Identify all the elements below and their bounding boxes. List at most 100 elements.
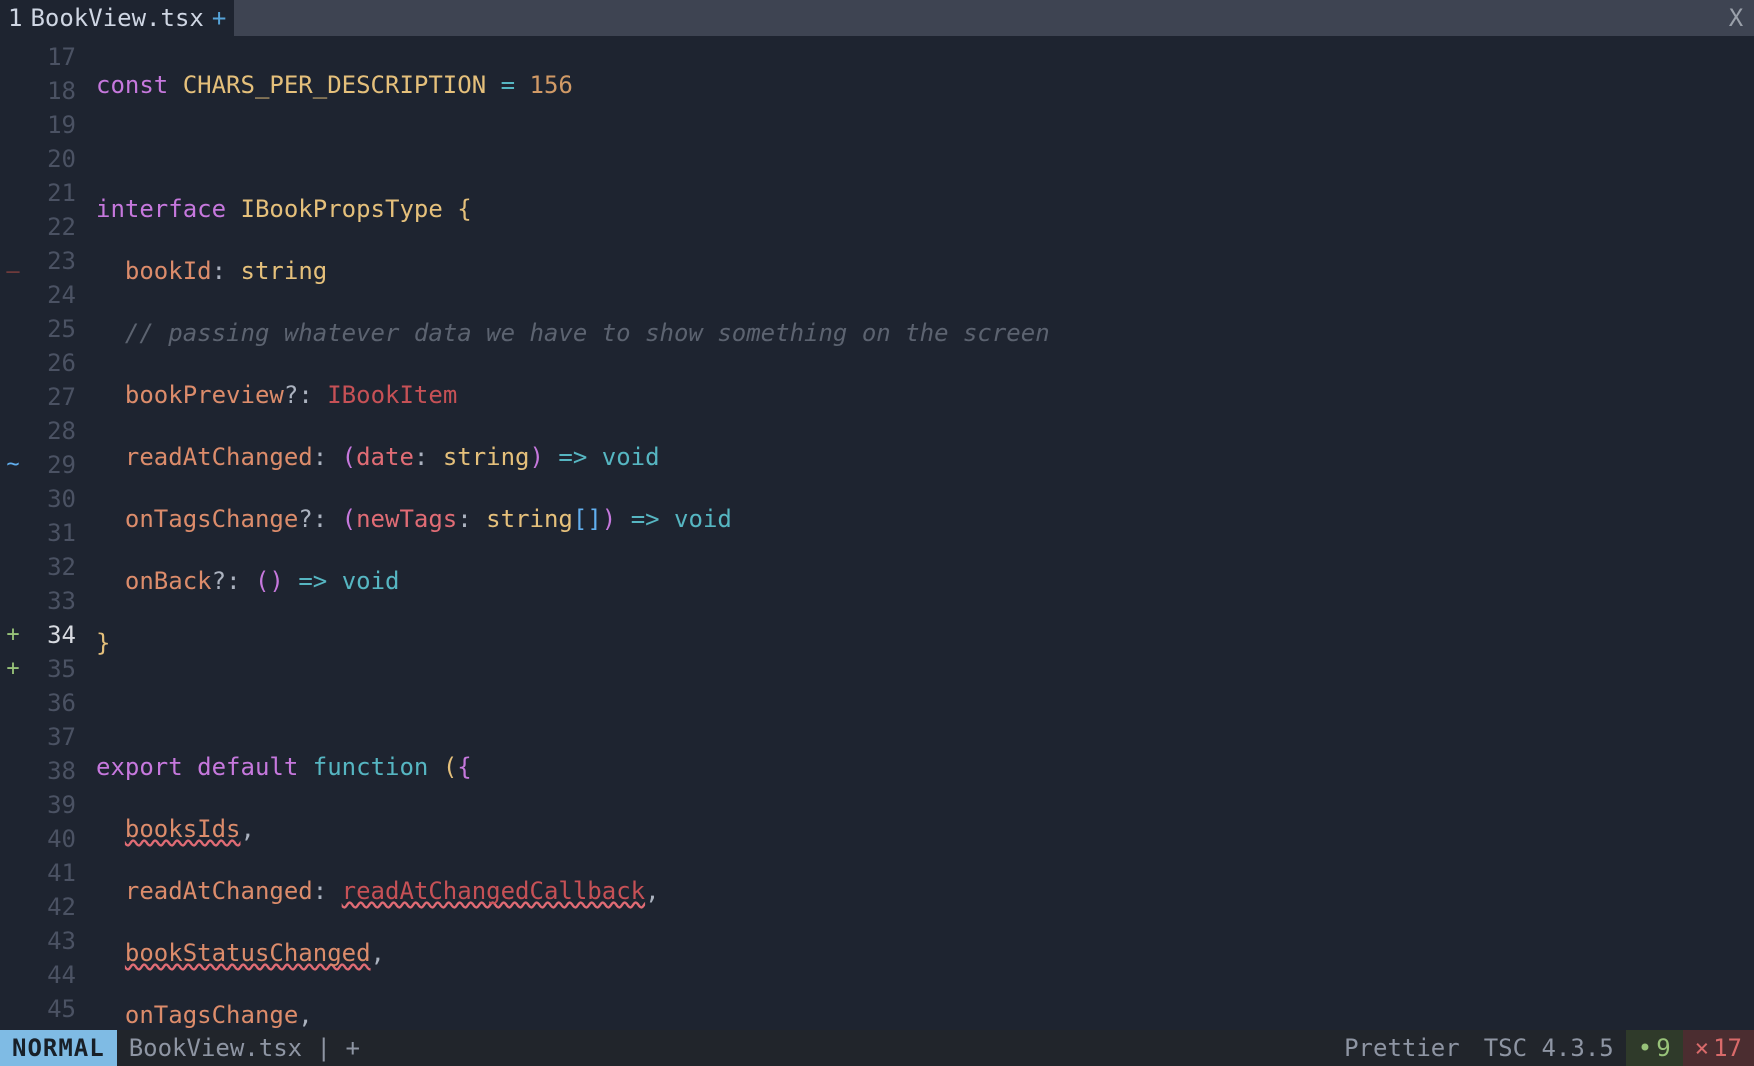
line-number: 40: [26, 822, 82, 856]
statusline: NORMAL BookView.tsx | + Prettier TSC 4.3…: [0, 1030, 1754, 1066]
colon: :: [457, 505, 471, 533]
tabline: 1 BookView.tsx + X: [0, 0, 1754, 36]
optional: ?: [212, 567, 226, 595]
line-number: 32: [26, 550, 82, 584]
tab-index: 1: [8, 4, 22, 32]
type: string: [443, 443, 530, 471]
editor-area[interactable]: _ ~ + + 17181920212223242526272829303132…: [0, 36, 1754, 1030]
identifier: CHARS_PER_DESCRIPTION: [183, 71, 486, 99]
colon: :: [313, 505, 327, 533]
status-filename: BookView.tsx | +: [117, 1030, 372, 1066]
param: date: [356, 443, 414, 471]
tab-bookview[interactable]: 1 BookView.tsx +: [0, 0, 234, 36]
line-number: 38: [26, 754, 82, 788]
separator: |: [317, 1034, 331, 1062]
property: onTagsChange: [125, 505, 298, 533]
bracket: []: [573, 505, 602, 533]
arrow: =>: [298, 567, 327, 595]
line-number: 36: [26, 686, 82, 720]
x-icon: [1695, 1034, 1713, 1062]
param-err: bookStatusChanged: [125, 939, 371, 967]
text: BookView.tsx: [129, 1034, 302, 1062]
dot-icon: [1638, 1034, 1656, 1062]
line-number: 43: [26, 924, 82, 958]
colon: :: [313, 877, 327, 905]
type: string: [486, 505, 573, 533]
brace: {: [457, 753, 471, 781]
gitgutter-added: +: [0, 652, 26, 686]
count: 17: [1713, 1034, 1742, 1062]
status-warnings[interactable]: 9: [1626, 1030, 1683, 1066]
param: newTags: [356, 505, 457, 533]
brace: }: [96, 629, 110, 657]
line-number-gutter: 1718192021222324252627282930313233343536…: [26, 36, 82, 1030]
paren: (: [443, 753, 457, 781]
keyword-default: default: [197, 753, 298, 781]
line-number: 23: [26, 244, 82, 278]
paren: ): [602, 505, 616, 533]
code-area[interactable]: const CHARS_PER_DESCRIPTION = 156 interf…: [82, 36, 1754, 1030]
property: onBack: [125, 567, 212, 595]
count: 9: [1656, 1034, 1670, 1062]
keyword-function: function: [313, 753, 429, 781]
line-number: 17: [26, 40, 82, 74]
type: IBookItem: [327, 381, 457, 409]
status-errors[interactable]: 17: [1683, 1030, 1754, 1066]
vim-mode-indicator: NORMAL: [0, 1030, 117, 1066]
type-void: void: [602, 443, 660, 471]
line-number: 20: [26, 142, 82, 176]
sign-column: _ ~ + +: [0, 36, 26, 1030]
gitgutter-deleted: _: [0, 244, 26, 278]
line-number: 28: [26, 414, 82, 448]
param: onTagsChange: [125, 1001, 298, 1029]
line-number: 33: [26, 584, 82, 618]
colon: :: [414, 443, 428, 471]
line-number: 34: [26, 618, 82, 652]
param-alias: readAtChangedCallback: [342, 877, 645, 905]
status-formatter: Prettier: [1332, 1030, 1472, 1066]
modified-flag: +: [345, 1034, 359, 1062]
optional: ?: [298, 505, 312, 533]
colon: :: [226, 567, 240, 595]
property: readAtChanged: [125, 443, 313, 471]
paren: ): [269, 567, 283, 595]
status-tsc-version: TSC 4.3.5: [1472, 1030, 1626, 1066]
gitgutter-added: +: [0, 618, 26, 652]
type-name: IBookPropsType: [241, 195, 443, 223]
comma: ,: [298, 1001, 312, 1029]
colon: :: [313, 443, 327, 471]
line-number: 18: [26, 74, 82, 108]
close-icon: X: [1729, 4, 1743, 32]
optional: ?: [284, 381, 298, 409]
arrow: =>: [631, 505, 660, 533]
line-number: 44: [26, 958, 82, 992]
line-number: 22: [26, 210, 82, 244]
comma: ,: [371, 939, 385, 967]
line-number: 21: [26, 176, 82, 210]
paren: (: [255, 567, 269, 595]
number-literal: 156: [530, 71, 573, 99]
comment: // passing whatever data we have to show…: [125, 319, 1050, 347]
keyword-interface: interface: [96, 195, 226, 223]
line-number: 45: [26, 992, 82, 1026]
keyword-const: const: [96, 71, 168, 99]
brace: {: [457, 195, 471, 223]
tab-filename: BookView.tsx: [30, 4, 203, 32]
property: bookId: [125, 257, 212, 285]
comma: ,: [645, 877, 659, 905]
line-number: 19: [26, 108, 82, 142]
param: readAtChanged: [125, 877, 313, 905]
editor-window: 1 BookView.tsx + X _ ~ + + 1718192021222…: [0, 0, 1754, 1066]
line-number: 39: [26, 788, 82, 822]
tab-modified-indicator: +: [212, 4, 226, 32]
type-void: void: [674, 505, 732, 533]
line-number: 31: [26, 516, 82, 550]
paren: (: [342, 505, 356, 533]
operator: =: [501, 71, 515, 99]
line-number: 26: [26, 346, 82, 380]
paren: (: [342, 443, 356, 471]
param-err: booksIds: [125, 815, 241, 843]
tab-close-button[interactable]: X: [1718, 0, 1754, 36]
line-number: 35: [26, 652, 82, 686]
property: bookPreview: [125, 381, 284, 409]
